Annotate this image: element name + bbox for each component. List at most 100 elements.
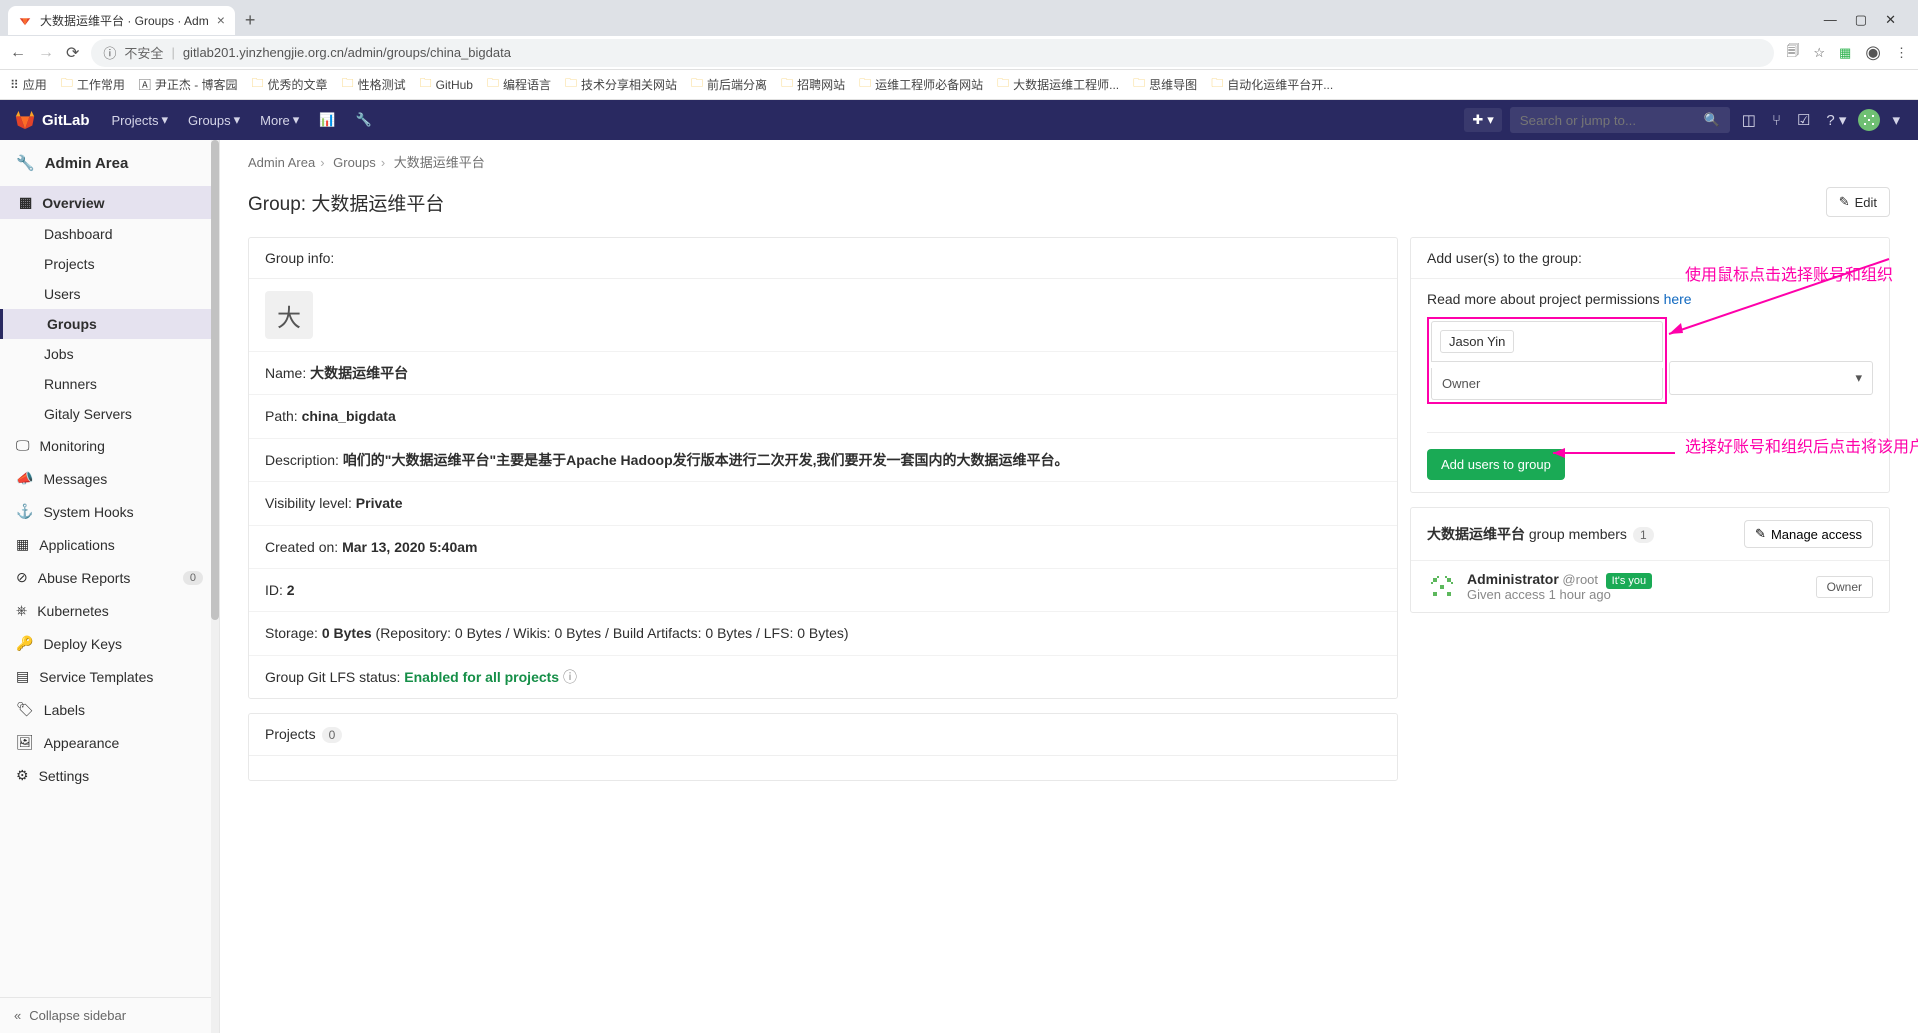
minimize-icon[interactable]: — <box>1824 12 1837 28</box>
crumb-admin[interactable]: Admin Area <box>248 155 315 170</box>
close-window-icon[interactable]: ✕ <box>1885 12 1896 28</box>
info-description: Description: 咱们的"大数据运维平台"主要是基于Apache Had… <box>249 438 1397 481</box>
help-icon[interactable]: ⓘ <box>563 669 577 685</box>
megaphone-icon: 📣 <box>16 470 33 487</box>
add-users-button[interactable]: Add users to group <box>1427 449 1565 480</box>
sidebar-overview[interactable]: ▦ Overview <box>0 186 219 219</box>
bookmark-item[interactable]: 🄰 尹正杰 - 博客园 <box>139 76 238 93</box>
activity-icon[interactable]: 📊 <box>311 108 343 132</box>
bookmark-item[interactable]: 🗀优秀的文章 <box>252 74 328 95</box>
sidebar-item-monitoring[interactable]: 🖵Monitoring <box>0 429 219 462</box>
issues-icon[interactable]: ◫ <box>1738 111 1760 129</box>
bookmark-item[interactable]: 🗀性格测试 <box>342 74 406 95</box>
browser-toolbar: ← → ⟳ ⓘ 不安全 | gitlab201.yinzhengjie.org.… <box>0 36 1918 70</box>
sidebar-item-labels[interactable]: 🏷Labels <box>0 693 219 726</box>
bookmark-item[interactable]: 🗀招聘网站 <box>781 74 845 95</box>
crumb-groups[interactable]: Groups <box>333 155 376 170</box>
group-info-panel: Group info: 大 Name: 大数据运维平台 Path: china_… <box>248 237 1398 699</box>
chevron-down-icon[interactable]: ▾ <box>1888 111 1904 129</box>
user-token[interactable]: Jason Yin <box>1440 330 1514 353</box>
security-label: 不安全 <box>124 43 163 62</box>
nav-projects[interactable]: Projects ▾ <box>104 108 177 132</box>
pencil-icon: ✎ <box>1839 194 1850 210</box>
sidebar-item-templates[interactable]: ▤Service Templates <box>0 660 219 693</box>
bookmark-item[interactable]: 🗀技术分享相关网站 <box>565 74 677 95</box>
role-select[interactable]: Owner <box>1431 368 1663 400</box>
menu-icon[interactable]: ⋮ <box>1895 45 1908 61</box>
window-controls: — ▢ ✕ <box>1824 12 1910 28</box>
new-tab-button[interactable]: + <box>239 10 262 31</box>
user-avatar[interactable] <box>1858 109 1880 131</box>
breadcrumb: Admin Area› Groups› 大数据运维平台 <box>220 140 1918 183</box>
sidebar-item-gitaly[interactable]: Gitaly Servers <box>0 399 219 429</box>
sidebar-item-runners[interactable]: Runners <box>0 369 219 399</box>
todos-icon[interactable]: ☑ <box>1793 111 1814 129</box>
bookmark-item[interactable]: 🗀工作常用 <box>61 74 125 95</box>
maximize-icon[interactable]: ▢ <box>1855 12 1867 28</box>
sidebar-item-deploy-keys[interactable]: 🔑Deploy Keys <box>0 627 219 660</box>
extension-icon[interactable]: ▦ <box>1839 45 1851 61</box>
sidebar-item-jobs[interactable]: Jobs <box>0 339 219 369</box>
url-text: gitlab201.yinzhengjie.org.cn/admin/group… <box>183 45 511 60</box>
edit-button[interactable]: ✎Edit <box>1826 187 1890 217</box>
gitlab-logo[interactable]: GitLab <box>14 109 90 131</box>
chevron-down-icon: ▾ <box>1855 370 1862 386</box>
sidebar-scrollbar[interactable] <box>211 140 219 1033</box>
sidebar-item-settings[interactable]: ⚙Settings <box>0 759 219 792</box>
collapse-sidebar-button[interactable]: « Collapse sidebar <box>0 997 219 1033</box>
bookmark-item[interactable]: 🗀大数据运维工程师... <box>997 74 1119 95</box>
collapse-icon: « <box>14 1008 21 1023</box>
browser-tab-strip: 大数据运维平台 · Groups · Adm × + — ▢ ✕ <box>0 0 1918 36</box>
role-select-full[interactable]: ▾ <box>1669 361 1873 395</box>
user-select-input[interactable]: Jason Yin <box>1431 321 1663 362</box>
manage-access-button[interactable]: ✎Manage access <box>1744 520 1873 548</box>
gitlab-header: GitLab Projects ▾ Groups ▾ More ▾ 📊 🔧 ✚ … <box>0 100 1918 140</box>
sidebar-item-groups[interactable]: Groups <box>0 309 219 339</box>
sidebar-item-messages[interactable]: 📣Messages <box>0 462 219 495</box>
sidebar-item-abuse[interactable]: ⊘Abuse Reports0 <box>0 561 219 594</box>
members-count: 1 <box>1633 527 1654 543</box>
sidebar-item-projects[interactable]: Projects <box>0 249 219 279</box>
sidebar-item-applications[interactable]: ▦Applications <box>0 528 219 561</box>
key-icon: 🔑 <box>16 635 33 652</box>
sidebar-item-dashboard[interactable]: Dashboard <box>0 219 219 249</box>
bookmark-item[interactable]: 🗀自动化运维平台开... <box>1211 74 1333 95</box>
apps-shortcut[interactable]: ⠿ 应用 <box>10 76 47 93</box>
bookmarks-bar: ⠿ 应用 🗀工作常用 🄰 尹正杰 - 博客园 🗀优秀的文章 🗀性格测试 🗀Git… <box>0 70 1918 100</box>
forward-button[interactable]: → <box>38 44 54 62</box>
close-icon[interactable]: × <box>217 12 225 28</box>
bookmark-item[interactable]: 🗀GitHub <box>420 74 473 95</box>
help-icon[interactable]: ? ▾ <box>1822 111 1850 129</box>
projects-panel: Projects0 <box>248 713 1398 781</box>
merge-requests-icon[interactable]: ⑂ <box>1768 112 1785 129</box>
translate-icon[interactable]: 🗐 <box>1786 42 1799 64</box>
sidebar-item-appearance[interactable]: 🖼Appearance <box>0 726 219 759</box>
sidebar-title[interactable]: 🔧 Admin Area <box>0 140 219 186</box>
back-button[interactable]: ← <box>10 44 26 62</box>
appearance-icon: 🖼 <box>16 734 34 751</box>
sidebar-item-kubernetes[interactable]: ⎈Kubernetes <box>0 594 219 627</box>
member-name[interactable]: Administrator <box>1467 571 1559 587</box>
sidebar-item-hooks[interactable]: ⚓System Hooks <box>0 495 219 528</box>
sidebar-item-users[interactable]: Users <box>0 279 219 309</box>
nav-more[interactable]: More ▾ <box>252 108 307 132</box>
bookmark-item[interactable]: 🗀前后端分离 <box>691 74 767 95</box>
create-new-button[interactable]: ✚ ▾ <box>1464 108 1501 132</box>
add-users-panel: Add user(s) to the group: 使用鼠标点击选择账号和组织 … <box>1410 237 1890 493</box>
bookmark-item[interactable]: 🗀运维工程师必备网站 <box>859 74 983 95</box>
admin-wrench-icon[interactable]: 🔧 <box>348 108 380 132</box>
profile-icon[interactable]: ◉ <box>1865 42 1881 63</box>
url-bar[interactable]: ⓘ 不安全 | gitlab201.yinzhengjie.org.cn/adm… <box>91 39 1774 67</box>
search-input[interactable] <box>1520 113 1700 128</box>
nav-groups[interactable]: Groups ▾ <box>180 108 248 132</box>
search-box[interactable]: 🔍 <box>1510 107 1730 133</box>
bookmark-item[interactable]: 🗀编程语言 <box>487 74 551 95</box>
bookmark-item[interactable]: 🗀思维导图 <box>1133 74 1197 95</box>
permissions-link[interactable]: here <box>1664 291 1692 307</box>
reload-button[interactable]: ⟳ <box>66 43 79 63</box>
wrench-icon: 🔧 <box>16 154 35 172</box>
member-avatar <box>1427 572 1457 602</box>
browser-tab[interactable]: 大数据运维平台 · Groups · Adm × <box>8 6 235 35</box>
star-icon[interactable]: ☆ <box>1813 45 1825 61</box>
monitor-icon: 🖵 <box>16 437 30 454</box>
